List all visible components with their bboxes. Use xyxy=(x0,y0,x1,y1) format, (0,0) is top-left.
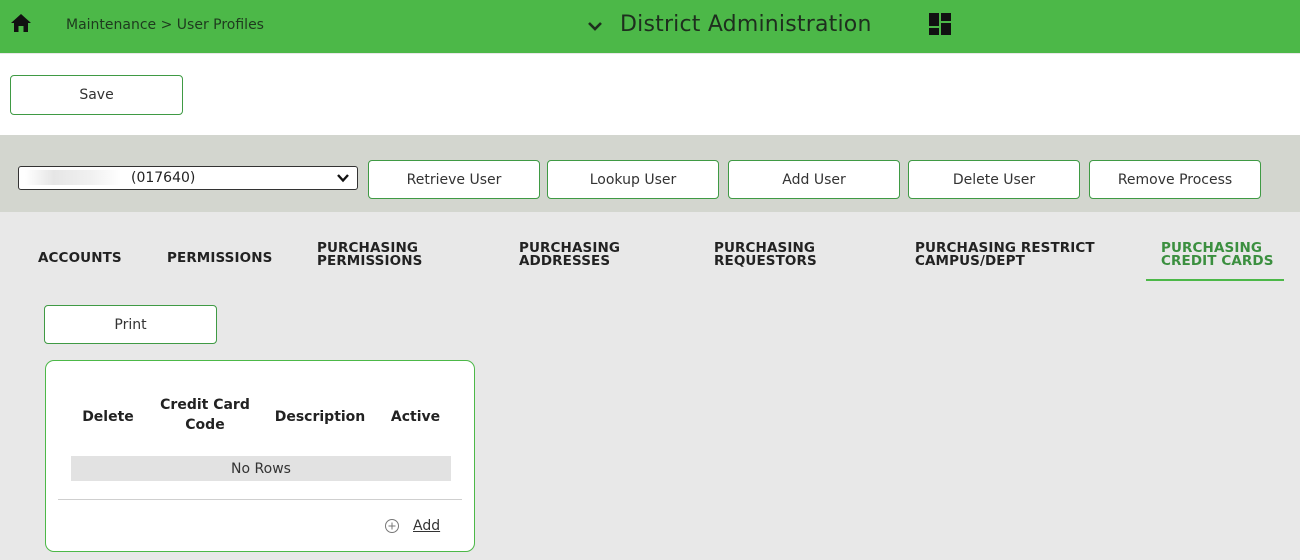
tab-label-line2: PERMISSIONS xyxy=(317,253,423,269)
chevron-down-icon xyxy=(337,174,349,183)
tab-purchasing-permissions[interactable]: PURCHASING PERMISSIONS xyxy=(317,241,423,269)
column-header-label: Delete xyxy=(82,409,134,425)
tab-label: PERMISSIONS xyxy=(167,250,273,266)
tab-accounts[interactable]: ACCOUNTS xyxy=(38,250,122,266)
column-header-label: Active xyxy=(390,409,441,425)
tab-label-line2: REQUESTORS xyxy=(714,253,817,269)
app-title[interactable]: District Administration xyxy=(620,12,872,37)
action-toolbar xyxy=(0,54,1300,135)
selected-user-id: (017640) xyxy=(131,170,196,186)
chevron-down-icon[interactable] xyxy=(587,18,603,34)
save-button[interactable]: Save xyxy=(10,75,183,115)
tab-purchasing-credit-cards[interactable]: PURCHASING CREDIT CARDS xyxy=(1161,241,1274,269)
tab-purchasing-requestors[interactable]: PURCHASING REQUESTORS xyxy=(714,241,817,269)
plus-circle-icon[interactable] xyxy=(384,518,400,534)
remove-process-button[interactable]: Remove Process xyxy=(1089,160,1261,199)
tab-label-line2: ADDRESSES xyxy=(519,253,611,269)
column-header-credit-card-code[interactable]: Credit Card Code xyxy=(150,395,260,435)
add-user-button[interactable]: Add User xyxy=(728,160,900,199)
tab-label: ACCOUNTS xyxy=(38,250,122,266)
tab-purchasing-addresses[interactable]: PURCHASING ADDRESSES xyxy=(519,241,620,269)
column-header-delete[interactable]: Delete xyxy=(73,407,143,427)
column-header-label-line1: Credit Card xyxy=(160,397,250,413)
top-header-bar: Maintenance > User Profiles District Adm… xyxy=(0,0,1300,53)
redacted-user-name xyxy=(25,170,121,185)
lookup-user-button[interactable]: Lookup User xyxy=(547,160,719,199)
home-icon[interactable] xyxy=(10,13,32,33)
breadcrumb[interactable]: Maintenance > User Profiles xyxy=(66,17,264,33)
dashboard-grid-icon[interactable] xyxy=(929,13,951,35)
print-button[interactable]: Print xyxy=(44,305,217,344)
tab-label-line2: CREDIT CARDS xyxy=(1161,253,1274,269)
tab-permissions[interactable]: PERMISSIONS xyxy=(167,250,273,266)
tab-label-line2: CAMPUS/DEPT xyxy=(915,253,1025,269)
column-header-description[interactable]: Description xyxy=(270,407,370,427)
column-header-label-line2: Code xyxy=(185,417,225,433)
table-footer-divider xyxy=(58,499,462,500)
column-header-label: Description xyxy=(274,409,366,425)
active-tab-indicator xyxy=(1146,279,1284,281)
credit-cards-table-panel: Delete Credit Card Code Description Acti… xyxy=(45,360,475,552)
tab-purchasing-restrict-campus-dept[interactable]: PURCHASING RESTRICT CAMPUS/DEPT xyxy=(915,241,1095,269)
empty-table-message: No Rows xyxy=(71,456,451,481)
retrieve-user-button[interactable]: Retrieve User xyxy=(368,160,540,199)
column-header-active[interactable]: Active xyxy=(383,407,448,427)
user-select-dropdown[interactable]: (017640) xyxy=(18,166,358,190)
delete-user-button[interactable]: Delete User xyxy=(908,160,1080,199)
add-row-link[interactable]: Add xyxy=(413,518,440,534)
